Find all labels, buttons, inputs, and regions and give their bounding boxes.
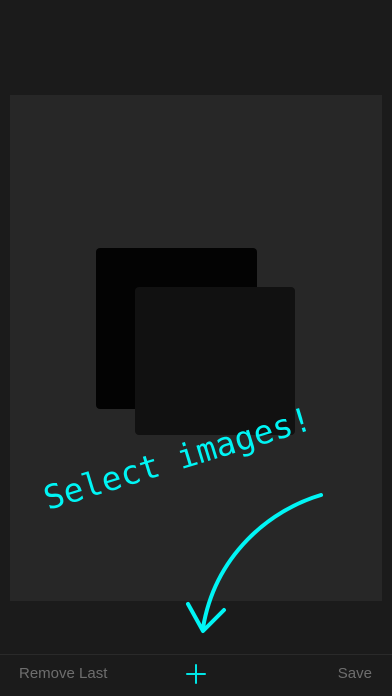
bottom-toolbar: Remove Last Save bbox=[0, 654, 392, 696]
app-screen: Select images! Remove Last Save bbox=[0, 0, 392, 696]
hint-arrow-head-icon bbox=[186, 602, 226, 633]
collage-canvas[interactable] bbox=[10, 95, 382, 601]
save-button[interactable]: Save bbox=[338, 665, 372, 682]
image-placeholder-front bbox=[135, 287, 295, 435]
add-image-button[interactable] bbox=[184, 662, 208, 686]
plus-icon bbox=[186, 664, 206, 684]
remove-last-button[interactable]: Remove Last bbox=[19, 665, 107, 682]
